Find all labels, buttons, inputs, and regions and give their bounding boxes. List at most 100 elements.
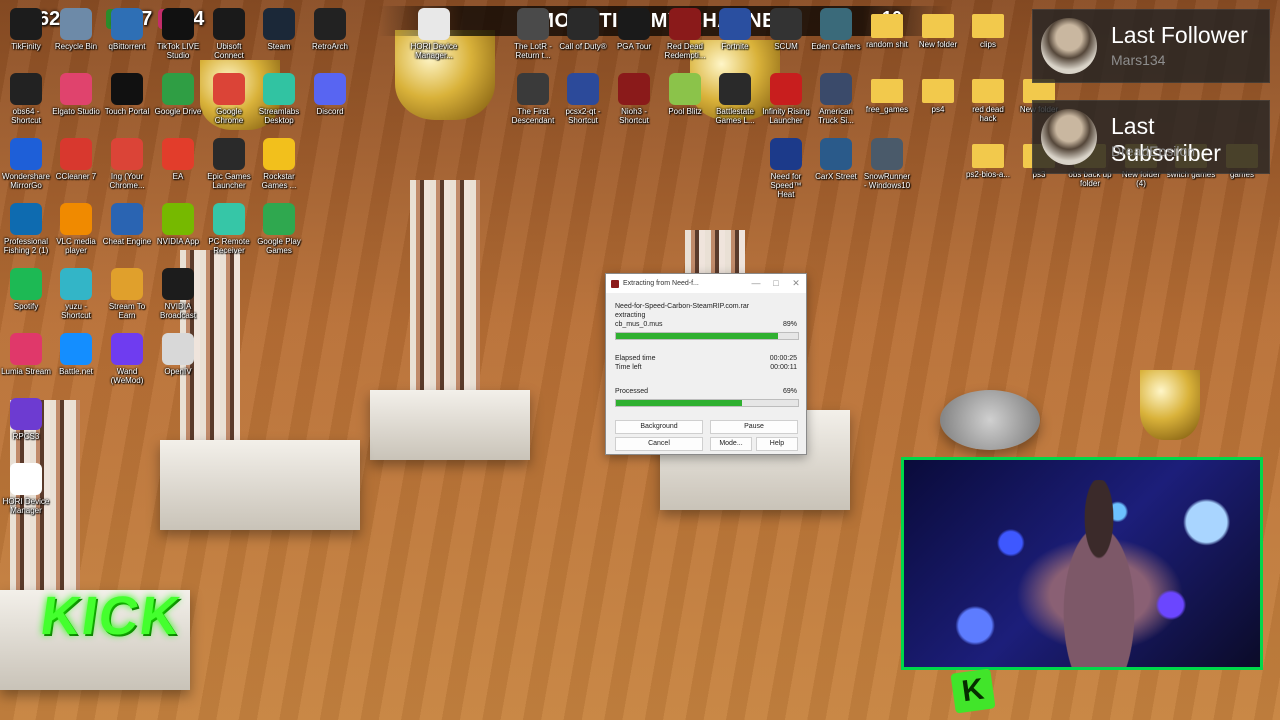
- desktop-icon[interactable]: Need for Speed™ Heat: [761, 138, 811, 199]
- desktop-icon[interactable]: Battlestate Games L...: [710, 73, 760, 125]
- desktop-icon[interactable]: NVIDIA Broadcast: [153, 268, 203, 320]
- hori-icon: [418, 8, 450, 40]
- desktop-icon[interactable]: PC Remote Receiver: [204, 203, 254, 255]
- dialog-title: Extracting from Need-f...: [623, 280, 699, 287]
- desktop-icon[interactable]: HORI Device Manager: [1, 463, 51, 515]
- desktop-icon[interactable]: Google Play Games: [254, 203, 304, 255]
- desktop-icon[interactable]: Nioh3 - Shortcut: [609, 73, 659, 125]
- desktop-icon-label: VLC media player: [56, 237, 96, 255]
- desktop-icon-label: The LotR - Return t...: [514, 42, 552, 60]
- minimize-icon[interactable]: —: [746, 278, 766, 289]
- lotr-icon: [517, 8, 549, 40]
- retroarch-icon: [314, 8, 346, 40]
- desktop-icon[interactable]: clips: [963, 8, 1013, 49]
- desktop-icon[interactable]: Call of Duty®: [558, 8, 608, 51]
- desktop-icon-label: Wand (WeMod): [110, 367, 144, 385]
- desktop-icon-label: American Truck Si...: [818, 107, 854, 125]
- archive-name: Need-for-Speed-Carbon-SteamRIP.com.rar: [615, 303, 750, 310]
- desktop-icon[interactable]: Rockstar Games ...: [254, 138, 304, 190]
- mirrorgo-icon: [10, 138, 42, 170]
- desktop-icon[interactable]: VLC media player: [51, 203, 101, 255]
- pause-button[interactable]: Pause: [710, 420, 798, 434]
- desktop-icon[interactable]: RPCS3: [1, 398, 51, 441]
- desktop-icon[interactable]: SCUM: [761, 8, 811, 51]
- desktop-icon[interactable]: HORI Device Manager...: [409, 8, 459, 60]
- desktop-icon[interactable]: Fortnite: [710, 8, 760, 51]
- cancel-button[interactable]: Cancel: [615, 437, 703, 451]
- desktop-icon[interactable]: The First Descendant: [508, 73, 558, 125]
- desktop-icon[interactable]: CCleaner 7: [51, 138, 101, 181]
- desktop-icon[interactable]: Streamlabs Desktop: [254, 73, 304, 125]
- desktop-icon[interactable]: Google Chrome: [204, 73, 254, 125]
- desktop-icon[interactable]: The LotR - Return t...: [508, 8, 558, 60]
- desktop-icon[interactable]: qBittorrent: [102, 8, 152, 51]
- desktop-icon-label: Steam: [267, 42, 291, 51]
- desktop-icon-label: Streamlabs Desktop: [258, 107, 300, 125]
- desktop-icon[interactable]: Stream To Earn: [102, 268, 152, 320]
- desktop-icon-label: obs64 - Shortcut: [11, 107, 41, 125]
- desktop-icon[interactable]: Discord: [305, 73, 355, 116]
- desktop-icon[interactable]: Wondershare MirrorGo: [1, 138, 51, 190]
- file-percent: 89%: [782, 321, 797, 328]
- desktop-icon[interactable]: Wand (WeMod): [102, 333, 152, 385]
- desktop-icon[interactable]: pcsx2-qt - Shortcut: [558, 73, 608, 125]
- desktop-icon[interactable]: EA: [153, 138, 203, 181]
- desktop-icon[interactable]: Cheat Engine: [102, 203, 152, 246]
- desktop-icon[interactable]: Ing (Your Chrome...: [102, 138, 152, 190]
- nvidia-broadcast-icon: [162, 268, 194, 300]
- desktop-icon-label: clips: [979, 40, 996, 49]
- desktop-icon[interactable]: Battle.net: [51, 333, 101, 376]
- maximize-icon[interactable]: □: [766, 278, 786, 289]
- desktop-icon[interactable]: TikTok LIVE Studio: [153, 8, 203, 60]
- desktop-icon[interactable]: ps4: [913, 73, 963, 114]
- desktop-icon-label: Stream To Earn: [108, 302, 146, 320]
- desktop-icon[interactable]: ps2-bios-a...: [963, 138, 1013, 179]
- desktop-icon[interactable]: CarX Street: [811, 138, 861, 181]
- desktop-icon[interactable]: free_games: [862, 73, 912, 114]
- nfs-icon: [770, 138, 802, 170]
- desktop-icon[interactable]: Pool Blitz: [660, 73, 710, 116]
- mode-button[interactable]: Mode...: [710, 437, 752, 451]
- desktop-icon[interactable]: SnowRunner - Windows10: [862, 138, 912, 190]
- desktop-icon[interactable]: Steam: [254, 8, 304, 51]
- tiktok-icon: [162, 8, 194, 40]
- background-button[interactable]: Background: [615, 420, 703, 434]
- desktop-icon[interactable]: Lumia Stream: [1, 333, 51, 376]
- desktop-icon[interactable]: NVIDIA App: [153, 203, 203, 246]
- desktop-icon[interactable]: Touch Portal: [102, 73, 152, 116]
- desktop-icon[interactable]: red dead hack: [963, 73, 1013, 123]
- desktop-icon[interactable]: random shit: [862, 8, 912, 49]
- close-icon[interactable]: ✕: [786, 278, 806, 289]
- desktop-icon-label: Battle.net: [59, 367, 93, 376]
- desktop-icon[interactable]: Spotify: [1, 268, 51, 311]
- extract-dialog: Extracting from Need-f... — □ ✕ Need-for…: [605, 273, 807, 455]
- desktop-icon[interactable]: Infinity Rising Launcher: [761, 73, 811, 125]
- desktop-icon[interactable]: New folder: [913, 8, 963, 49]
- help-button[interactable]: Help: [756, 437, 798, 451]
- desktop-icon[interactable]: OpenIV: [153, 333, 203, 376]
- desktop-icon[interactable]: Professional Fishing 2 (1): [1, 203, 51, 255]
- desktop-icon-label: Need for Speed™ Heat: [770, 172, 802, 199]
- pcsx2-icon: [567, 73, 599, 105]
- desktop-icon[interactable]: yuzu - Shortcut: [51, 268, 101, 320]
- desktop-icon[interactable]: RetroArch: [305, 8, 355, 51]
- desktop-icon[interactable]: American Truck Si...: [811, 73, 861, 125]
- desktop-icon[interactable]: Eden Crafters: [811, 8, 861, 51]
- spotify-icon: [10, 268, 42, 300]
- recycle-bin-icon: [60, 8, 92, 40]
- desktop-icon[interactable]: obs64 - Shortcut: [1, 73, 51, 125]
- desktop-icon[interactable]: Epic Games Launcher: [204, 138, 254, 190]
- webcam-overlay: [901, 457, 1263, 670]
- desktop-icon[interactable]: Elgato Studio: [51, 73, 101, 116]
- desktop-icon[interactable]: Google Drive: [153, 73, 203, 116]
- desktop-icon[interactable]: Recycle Bin: [51, 8, 101, 51]
- desktop-icon[interactable]: TikFinity: [1, 8, 51, 51]
- yuzu-icon: [60, 268, 92, 300]
- dialog-titlebar[interactable]: Extracting from Need-f... — □ ✕: [606, 274, 806, 293]
- desktop-icon[interactable]: Ubisoft Connect: [204, 8, 254, 60]
- desktop-icon[interactable]: PGA Tour: [609, 8, 659, 51]
- last-follower-title: Last Follower: [1111, 22, 1248, 48]
- carx-icon: [820, 138, 852, 170]
- desktop-icon[interactable]: Red Dead Redempti...: [660, 8, 710, 60]
- elapsed-label: Elapsed time: [615, 355, 656, 362]
